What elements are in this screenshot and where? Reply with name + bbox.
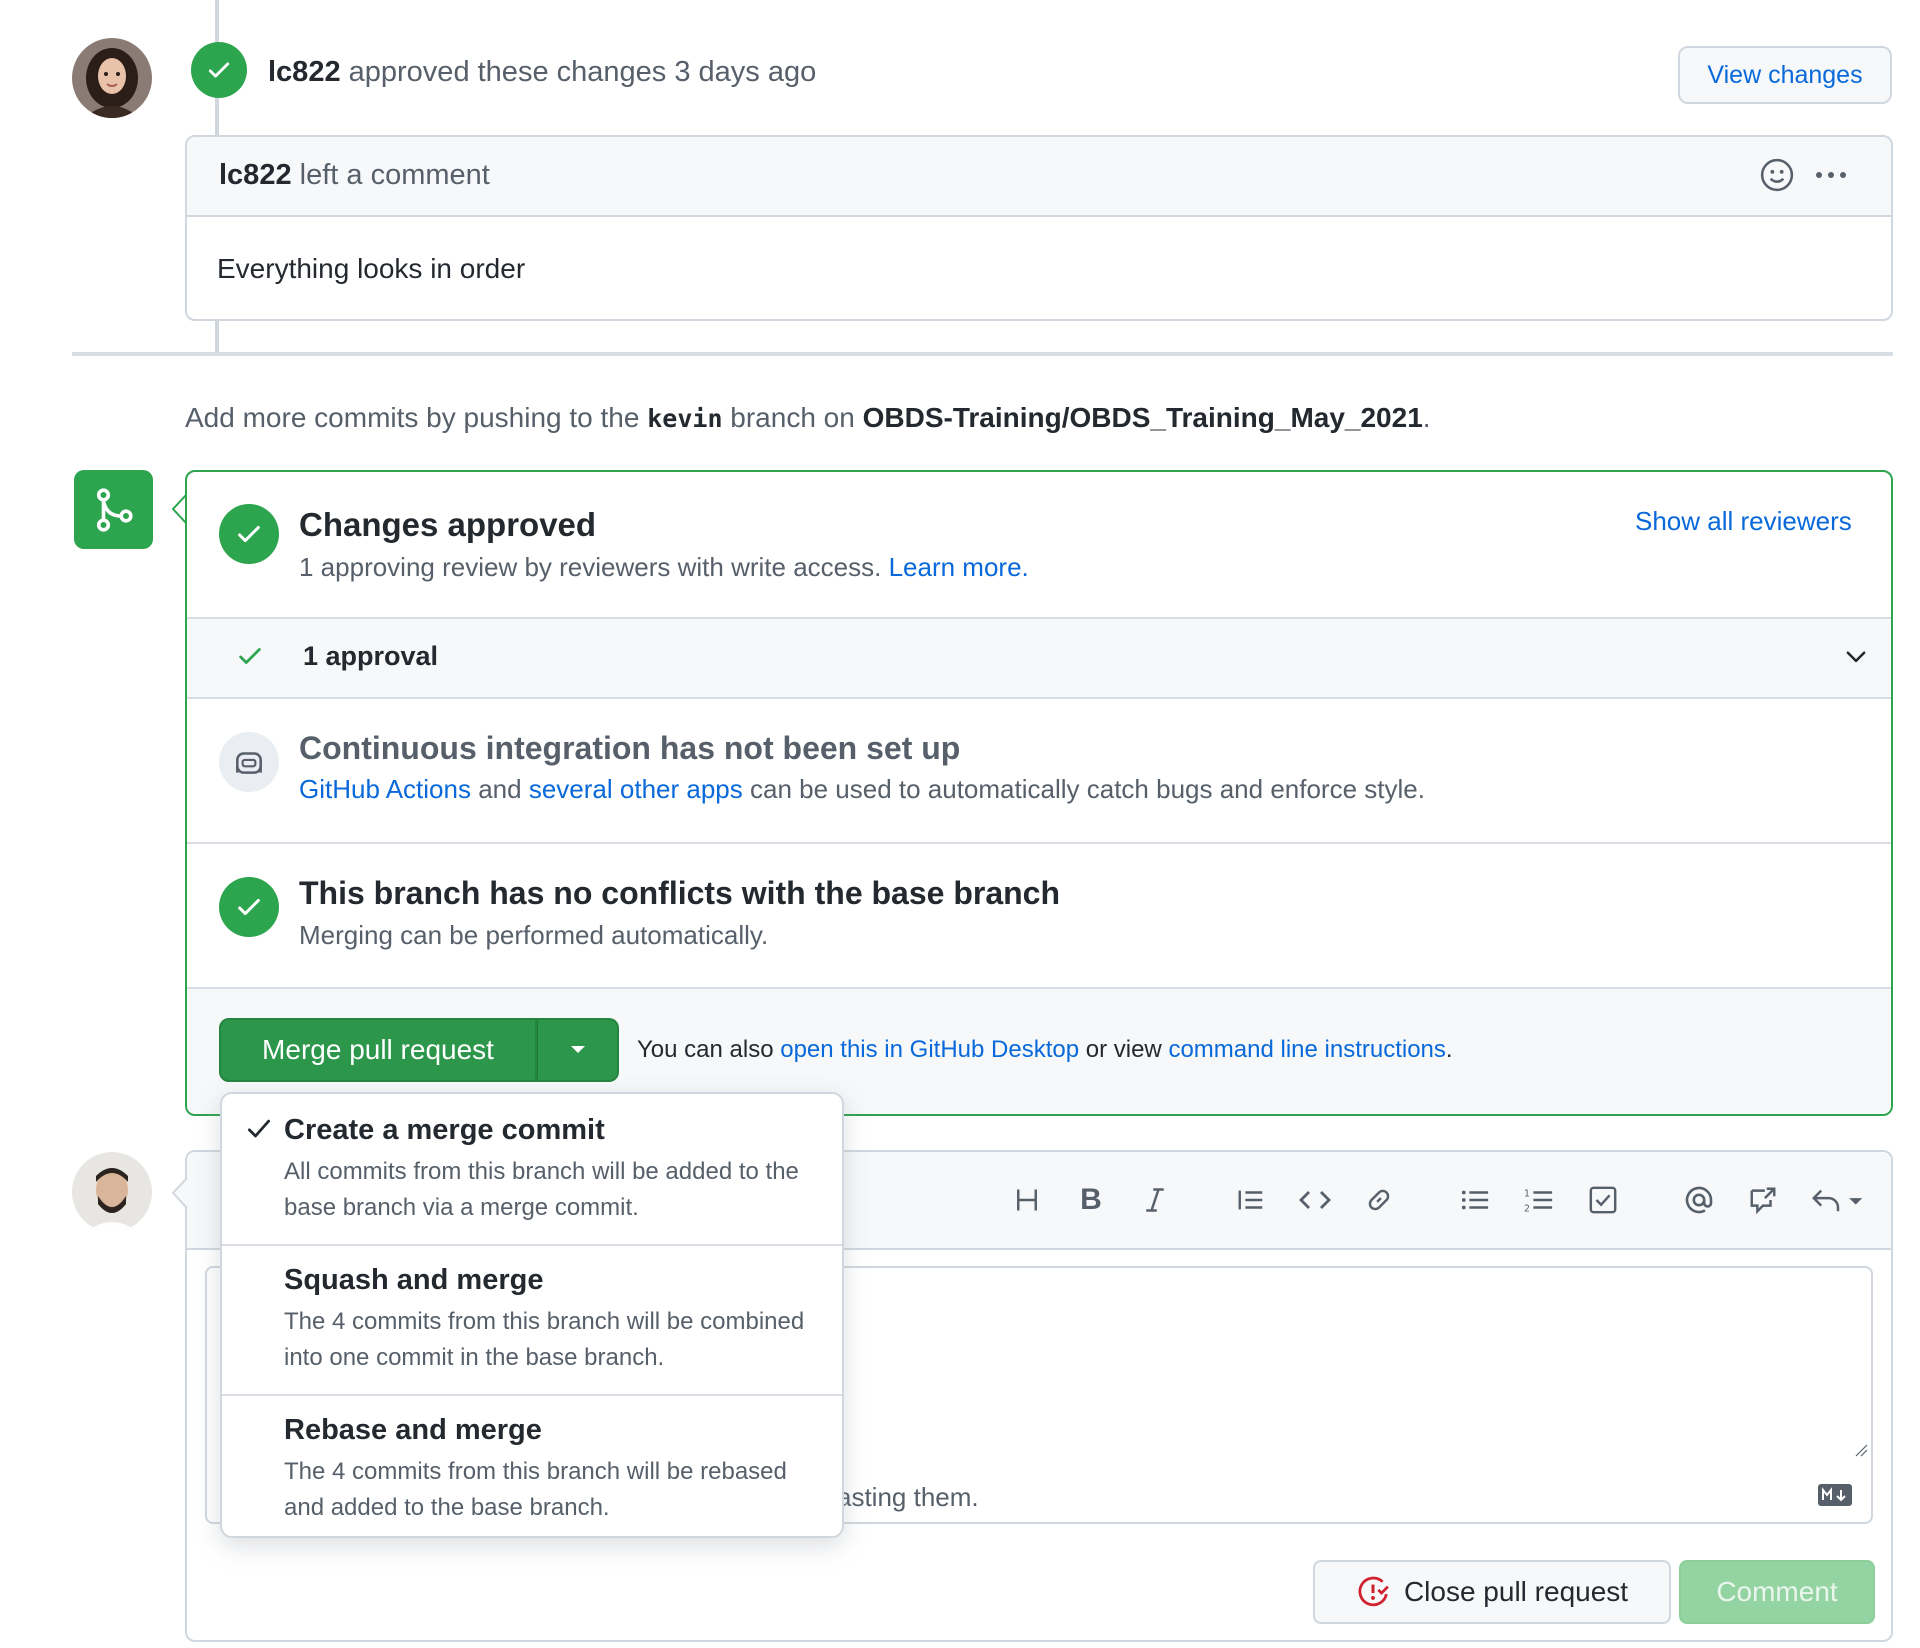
comment-form-pointer	[172, 1178, 188, 1208]
reply-icon[interactable]	[1805, 1180, 1871, 1220]
italic-icon[interactable]	[1135, 1180, 1175, 1220]
no-conflicts-desc: Merging can be performed automatically.	[299, 920, 769, 950]
no-conflicts-title: This branch has no conflicts with the ba…	[299, 875, 1061, 911]
comment-button[interactable]: Comment	[1679, 1560, 1875, 1624]
comment-button-label: Comment	[1716, 1576, 1838, 1607]
merge-alternatives: You can also open this in GitHub Desktop…	[637, 1036, 1453, 1064]
menu-item-title: Squash and merge	[284, 1264, 544, 1296]
changes-approved-check-icon	[219, 504, 279, 564]
robot-icon	[236, 752, 262, 774]
github-actions-link[interactable]: GitHub Actions	[299, 774, 471, 804]
ci-title: Continuous integration has not been set …	[299, 730, 961, 766]
issue-closed-icon	[1358, 1576, 1389, 1607]
attach-files-hint: asting them.	[837, 1482, 979, 1512]
menu-item-title: Create a merge commit	[284, 1114, 605, 1146]
ci-and: and	[478, 774, 522, 804]
svg-text:1: 1	[1524, 1188, 1530, 1199]
command-line-link[interactable]: command line instructions	[1168, 1036, 1445, 1063]
review-username[interactable]: lc822	[268, 56, 341, 88]
timeline-divider	[72, 352, 1893, 356]
approval-row[interactable]: 1 approval	[187, 617, 1891, 699]
menu-item-desc: All commits from this branch will be add…	[284, 1158, 799, 1221]
push-note-prefix: Add more commits by pushing to the	[185, 402, 640, 433]
heading-icon[interactable]	[1007, 1180, 1047, 1220]
task-list-icon[interactable]	[1583, 1180, 1623, 1220]
numbered-list-icon[interactable]: 12	[1519, 1180, 1559, 1220]
also-mid: or view	[1085, 1036, 1162, 1063]
ci-desc: GitHub Actions and several other apps ca…	[299, 774, 1425, 805]
bold-icon[interactable]: B	[1071, 1180, 1111, 1220]
comment-header-text: lc822 left a comment	[219, 159, 490, 192]
merge-box: Changes approved 1 approving review by r…	[185, 470, 1893, 1116]
emoji-reaction-icon[interactable]	[1757, 155, 1797, 195]
quote-icon[interactable]	[1231, 1180, 1271, 1220]
current-user-avatar[interactable]	[72, 1152, 152, 1232]
push-note-middle: branch on	[730, 402, 855, 433]
resize-handle-icon[interactable]	[1853, 1442, 1869, 1458]
comment-action: left a comment	[299, 159, 490, 191]
learn-more-link[interactable]: Learn more.	[889, 552, 1029, 582]
merge-method-dropdown-button[interactable]	[537, 1018, 619, 1082]
ci-icon-circle	[219, 732, 279, 792]
close-pr-label: Close pull request	[1403, 1576, 1629, 1607]
approved-check-icon	[191, 42, 247, 98]
also-suffix: .	[1445, 1036, 1453, 1063]
menu-item-title: Rebase and merge	[284, 1414, 542, 1446]
kebab-menu-icon[interactable]	[1811, 155, 1851, 195]
review-action: approved these changes	[348, 56, 667, 88]
approval-count: 1 approval	[303, 641, 439, 671]
ci-separator	[187, 842, 1891, 844]
view-changes-button[interactable]: View changes	[1678, 46, 1892, 104]
changes-desc-text: 1 approving review by reviewers with wri…	[299, 552, 882, 582]
review-comment-box: lc822 left a comment Everything looks in…	[185, 135, 1893, 321]
also-prefix: You can also	[637, 1036, 774, 1063]
merge-method-create-commit[interactable]: Create a merge commit All commits from t…	[222, 1094, 842, 1246]
git-merge-icon	[96, 487, 133, 532]
view-changes-label: View changes	[1707, 60, 1863, 89]
menu-item-desc: The 4 commits from this branch will be c…	[284, 1308, 805, 1371]
push-note-suffix: .	[1422, 402, 1431, 433]
comment-body: Everything looks in order	[217, 253, 526, 284]
chevron-down-icon[interactable]	[1839, 639, 1873, 673]
other-apps-link[interactable]: several other apps	[529, 774, 743, 804]
caret-down-icon	[570, 1046, 585, 1053]
link-icon[interactable]	[1359, 1180, 1399, 1220]
show-all-reviewers-link[interactable]: Show all reviewers	[1635, 506, 1852, 537]
merge-button-label: Merge pull request	[262, 1034, 494, 1065]
review-summary: lc822 approved these changes 3 days ago	[268, 56, 816, 89]
markdown-icon[interactable]	[1817, 1482, 1853, 1508]
svg-text:2: 2	[1524, 1203, 1530, 1214]
push-note-branch: kevin	[647, 404, 723, 433]
mention-icon[interactable]	[1679, 1180, 1719, 1220]
comment-username[interactable]: lc822	[219, 159, 292, 191]
reviewer-avatar[interactable]	[72, 38, 152, 118]
code-icon[interactable]	[1295, 1180, 1335, 1220]
review-time[interactable]: 3 days ago	[674, 56, 816, 88]
selected-check-icon	[244, 1114, 274, 1144]
close-pull-request-button[interactable]: Close pull request	[1313, 1560, 1671, 1624]
github-desktop-link[interactable]: open this in GitHub Desktop	[780, 1036, 1079, 1063]
merge-method-squash[interactable]: Squash and merge The 4 commits from this…	[222, 1244, 842, 1396]
merge-icon-badge	[74, 470, 153, 549]
cross-reference-icon[interactable]	[1743, 1180, 1783, 1220]
menu-item-desc: The 4 commits from this branch will be r…	[284, 1458, 787, 1521]
push-note: Add more commits by pushing to the kevin…	[185, 402, 1431, 434]
review-comment-header: lc822 left a comment	[187, 137, 1891, 217]
push-note-repo[interactable]: OBDS-Training/OBDS_Training_May_2021	[863, 402, 1423, 433]
bullet-list-icon[interactable]	[1455, 1180, 1495, 1220]
changes-approved-title: Changes approved	[299, 506, 597, 543]
changes-approved-desc: 1 approving review by reviewers with wri…	[299, 552, 1029, 583]
merge-method-menu: Create a merge commit All commits from t…	[220, 1092, 844, 1538]
approval-check-icon	[233, 639, 267, 673]
no-conflicts-check-icon	[219, 877, 279, 937]
merge-pull-request-button[interactable]: Merge pull request	[219, 1018, 537, 1082]
ci-rest: can be used to automatically catch bugs …	[749, 774, 1425, 804]
merge-method-rebase[interactable]: Rebase and merge The 4 commits from this…	[222, 1394, 842, 1536]
